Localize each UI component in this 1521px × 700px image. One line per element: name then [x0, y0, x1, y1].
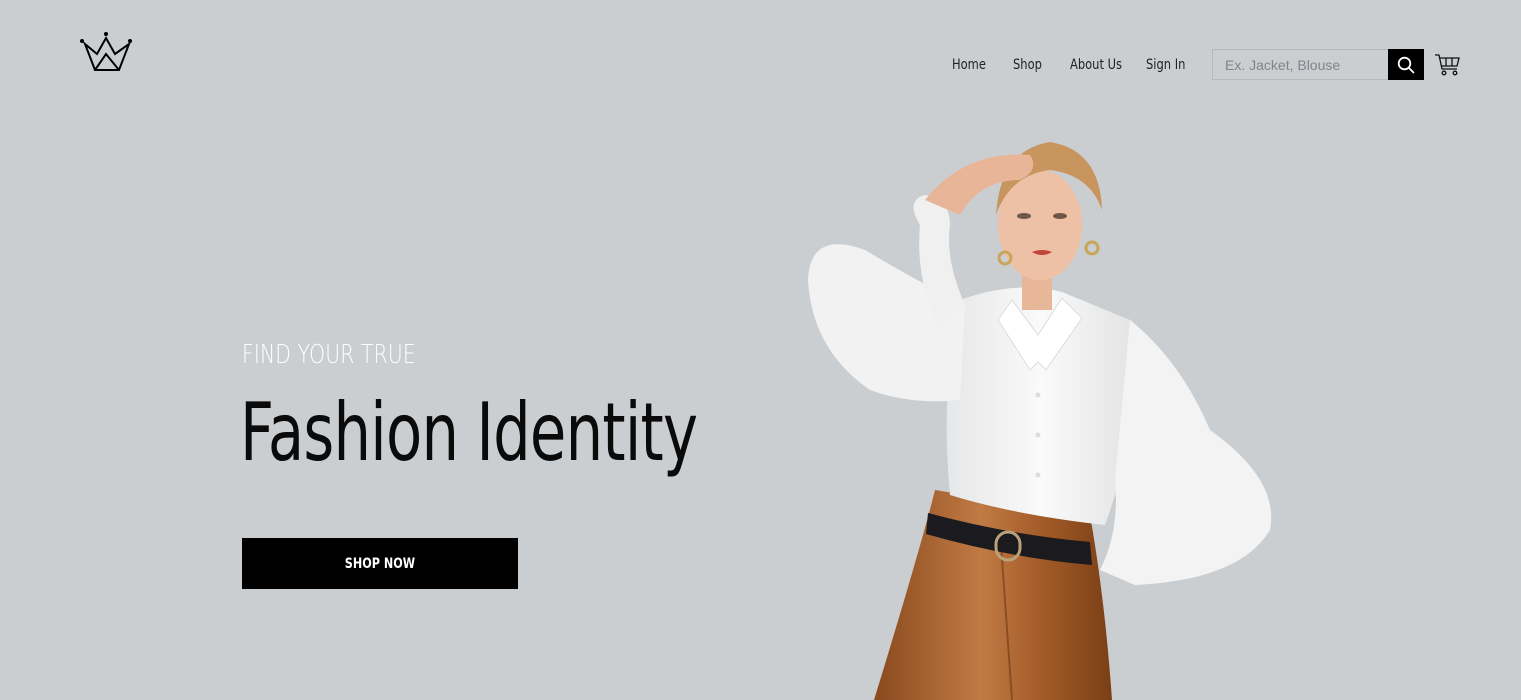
- nav-about-link[interactable]: About Us: [1070, 57, 1122, 73]
- search-button[interactable]: [1388, 49, 1424, 80]
- nav-home-link[interactable]: Home: [952, 57, 986, 73]
- cart-icon[interactable]: [1434, 52, 1461, 78]
- hero-title: Fashion Identity: [240, 386, 698, 479]
- nav-signin-link[interactable]: Sign In: [1146, 57, 1185, 73]
- shop-now-label: SHOP NOW: [344, 555, 416, 572]
- shop-now-button[interactable]: SHOP NOW: [242, 538, 518, 589]
- search-icon: [1397, 56, 1415, 73]
- model-photo: [808, 142, 1272, 700]
- search-input[interactable]: [1212, 49, 1389, 80]
- hero-kicker: FIND YOUR TRUE: [242, 340, 416, 370]
- nav-shop-link[interactable]: Shop: [1013, 57, 1042, 73]
- crown-icon[interactable]: [79, 30, 133, 74]
